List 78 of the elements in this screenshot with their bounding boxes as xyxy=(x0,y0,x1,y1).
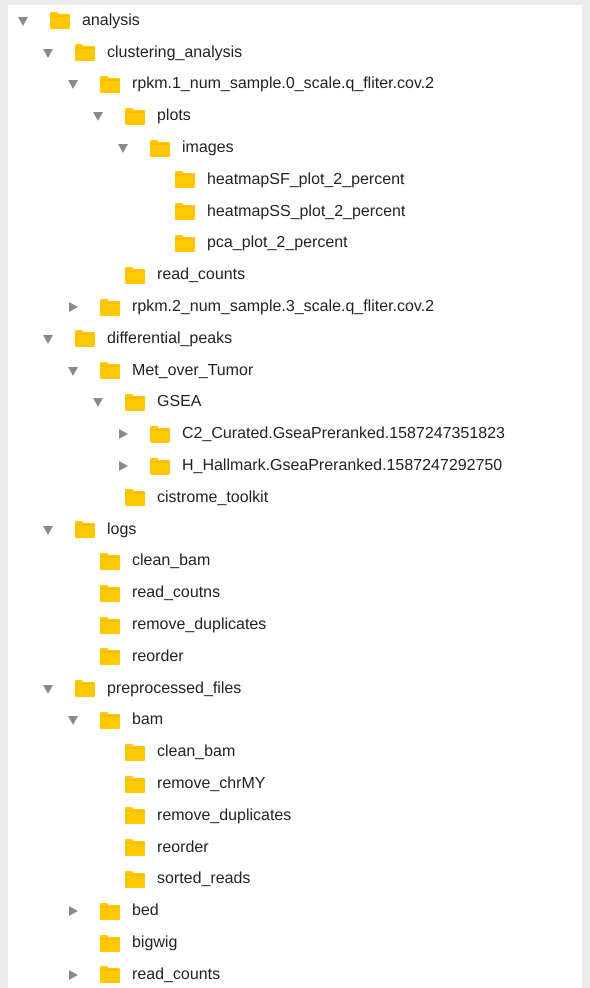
folder-icon xyxy=(99,934,121,952)
folder-icon xyxy=(99,647,121,666)
folder-name[interactable]: pca_plot_2_percent xyxy=(207,235,348,252)
folder-name[interactable]: analysis xyxy=(82,12,140,29)
folder-icon xyxy=(99,965,121,984)
folder-name[interactable]: clustering_analysis xyxy=(107,44,242,61)
folder-icon xyxy=(174,170,196,190)
folder-icon xyxy=(99,616,121,635)
disclosure-triangle-icon[interactable] xyxy=(117,428,129,440)
disclosure-triangle-icon[interactable] xyxy=(117,142,129,154)
folder-name[interactable]: heatmapSS_plot_2_percent xyxy=(207,204,406,220)
folder-icon xyxy=(74,679,96,698)
folder-name[interactable]: sorted_reads xyxy=(157,871,250,888)
folder-name[interactable]: C2_Curated.GseaPreranked.1587247351823 xyxy=(182,426,505,442)
folder-name[interactable]: cistrome_toolkit xyxy=(157,490,268,506)
folder-name[interactable]: read_counts xyxy=(132,966,220,983)
folder-name[interactable]: reorder xyxy=(157,840,209,856)
folder-icon xyxy=(99,361,121,380)
folder-icon xyxy=(99,710,121,730)
folder-icon xyxy=(124,392,146,412)
disclosure-triangle-icon[interactable] xyxy=(67,301,79,314)
folder-icon xyxy=(149,138,171,158)
folder-name[interactable]: GSEA xyxy=(157,394,202,410)
folder-name[interactable]: rpkm.2_num_sample.3_scale.q_fliter.cov.2 xyxy=(132,299,434,316)
folder-icon xyxy=(99,552,121,571)
folder-icon xyxy=(149,456,171,476)
folder-name[interactable]: images xyxy=(182,140,234,156)
folder-name[interactable]: H_Hallmark.GseaPreranked.1587247292750 xyxy=(182,458,502,474)
disclosure-triangle-icon[interactable] xyxy=(42,46,54,59)
folder-name[interactable]: remove_chrMY xyxy=(157,776,266,792)
folder-name[interactable]: remove_duplicates xyxy=(132,617,266,634)
folder-icon xyxy=(74,520,96,540)
folder-name[interactable]: read_counts xyxy=(157,267,246,284)
folder-icon xyxy=(124,742,146,762)
disclosure-triangle-icon[interactable] xyxy=(42,332,54,345)
folder-name[interactable]: heatmapSF_plot_2_percent xyxy=(207,172,404,188)
disclosure-triangle-icon[interactable] xyxy=(67,905,79,918)
disclosure-triangle-icon[interactable] xyxy=(67,714,79,726)
folder-name[interactable]: clean_bam xyxy=(157,744,236,760)
folder-icon xyxy=(124,806,146,826)
folder-icon xyxy=(124,870,146,889)
folder-name[interactable]: bam xyxy=(132,712,164,728)
folder-name[interactable]: rpkm.1_num_sample.0_scale.q_fliter.cov.2 xyxy=(132,76,434,92)
folder-name[interactable]: remove_duplicates xyxy=(157,808,292,824)
folder-icon xyxy=(124,106,146,126)
folder-icon xyxy=(149,424,171,444)
folder-icon xyxy=(49,11,71,30)
folder-icon xyxy=(124,838,146,858)
folder-name[interactable]: plots xyxy=(157,108,191,124)
folder-icon xyxy=(74,329,96,348)
folder-name[interactable]: Met_over_Tumor xyxy=(132,362,254,379)
folder-icon xyxy=(74,43,96,62)
folder-icon xyxy=(99,74,121,94)
folder-name[interactable]: read_coutns xyxy=(132,585,220,602)
folder-icon xyxy=(124,774,146,794)
disclosure-triangle-icon[interactable] xyxy=(42,524,54,536)
folder-icon xyxy=(124,266,146,285)
disclosure-triangle-icon[interactable] xyxy=(67,364,79,377)
folder-icon xyxy=(99,902,121,921)
disclosure-triangle-icon[interactable] xyxy=(17,14,29,27)
folder-name[interactable]: preprocessed_files xyxy=(107,680,242,697)
folder-icon xyxy=(124,488,146,508)
disclosure-triangle-icon[interactable] xyxy=(42,682,54,695)
disclosure-triangle-icon[interactable] xyxy=(67,968,79,981)
disclosure-triangle-icon[interactable] xyxy=(92,396,104,408)
folder-name[interactable]: logs xyxy=(107,522,136,538)
folder-name[interactable]: bed xyxy=(132,903,159,920)
folder-name[interactable]: differential_peaks xyxy=(107,330,232,347)
folder-icon xyxy=(99,298,121,317)
folder-name[interactable]: reorder xyxy=(132,648,184,665)
folder-icon xyxy=(174,202,196,222)
disclosure-triangle-icon[interactable] xyxy=(117,460,129,472)
folder-name[interactable]: clean_bam xyxy=(132,553,210,570)
disclosure-triangle-icon[interactable] xyxy=(92,110,104,122)
folder-icon xyxy=(99,584,121,603)
folder-name[interactable]: bigwig xyxy=(132,935,178,951)
folder-icon xyxy=(174,234,196,253)
disclosure-triangle-icon[interactable] xyxy=(67,78,79,90)
